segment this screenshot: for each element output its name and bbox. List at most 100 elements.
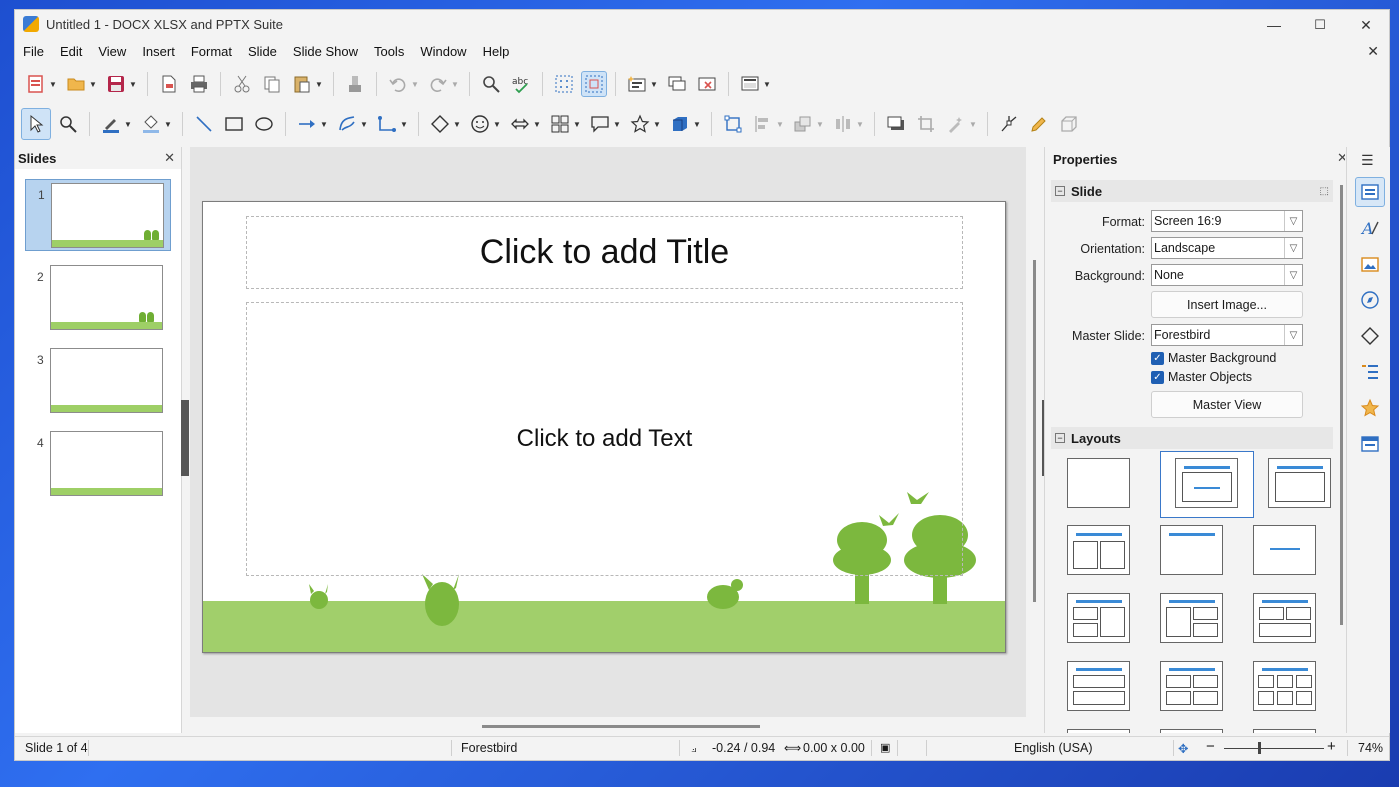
layout-vertical-two[interactable] xyxy=(1253,729,1316,733)
layout-blank[interactable] xyxy=(1067,458,1130,508)
zoom-slider-knob[interactable] xyxy=(1258,742,1261,754)
ellipse-icon[interactable] xyxy=(251,111,277,137)
arrow-line-icon[interactable] xyxy=(294,111,320,137)
open-dropdown-icon[interactable]: ▼ xyxy=(89,80,97,89)
insert-image-button[interactable]: Insert Image... xyxy=(1151,291,1303,318)
chevron-down-icon[interactable]: ▽ xyxy=(1284,265,1302,285)
distribute-icon[interactable] xyxy=(830,111,856,137)
clone-formatting-icon[interactable] xyxy=(342,71,368,97)
symbol-shapes-icon[interactable] xyxy=(467,111,493,137)
curve-icon[interactable] xyxy=(334,111,360,137)
slide-section-header[interactable]: − Slide ⬚ xyxy=(1051,180,1333,202)
glue-points-icon[interactable] xyxy=(1026,111,1052,137)
more-options-icon[interactable]: ⬚ xyxy=(1320,186,1329,197)
slide-count-status[interactable]: Slide 1 of 4 xyxy=(25,741,88,755)
redo-icon[interactable] xyxy=(425,71,451,97)
menu-view[interactable]: View xyxy=(90,42,134,64)
fit-slide-icon[interactable]: ✥ xyxy=(1178,741,1188,756)
align-dropdown-icon[interactable]: ▼ xyxy=(776,120,784,129)
zoom-level-status[interactable]: 74% xyxy=(1358,741,1383,755)
slides-pane-splitter[interactable] xyxy=(181,400,189,476)
menu-insert[interactable]: Insert xyxy=(134,42,183,64)
horizontal-scrollbar[interactable] xyxy=(482,725,760,728)
3d-objects-icon[interactable] xyxy=(667,111,693,137)
basic-shapes-icon[interactable] xyxy=(427,111,453,137)
slide-thumbnail[interactable]: 4 xyxy=(25,428,171,500)
paste-icon[interactable] xyxy=(289,71,315,97)
copy-icon[interactable] xyxy=(259,71,285,97)
properties-deck-icon[interactable] xyxy=(1355,177,1385,207)
navigator-deck-icon[interactable] xyxy=(1355,285,1385,315)
master-background-checkbox[interactable]: ✓ Master Background xyxy=(1151,351,1276,365)
points-icon[interactable] xyxy=(996,111,1022,137)
maximize-button[interactable]: ☐ xyxy=(1297,10,1343,40)
chevron-down-icon[interactable]: ▽ xyxy=(1284,211,1302,231)
crop-image-icon[interactable] xyxy=(913,111,939,137)
spelling-icon[interactable]: abc xyxy=(508,71,534,97)
slide-thumbnail[interactable]: 1 xyxy=(25,179,171,251)
menu-tools[interactable]: Tools xyxy=(366,42,412,64)
stars-dropdown-icon[interactable]: ▼ xyxy=(653,120,661,129)
3d-objects-dropdown-icon[interactable]: ▼ xyxy=(693,120,701,129)
toggle-extrusion-icon[interactable] xyxy=(1056,111,1082,137)
master-objects-checkbox[interactable]: ✓ Master Objects xyxy=(1151,370,1252,384)
arrange-icon[interactable] xyxy=(790,111,816,137)
collapse-icon[interactable]: − xyxy=(1055,186,1065,196)
layout-vertical-title[interactable] xyxy=(1067,729,1130,733)
vertical-scrollbar[interactable] xyxy=(1033,260,1036,602)
curves-dropdown-icon[interactable]: ▼ xyxy=(360,120,368,129)
line-color-dropdown-icon[interactable]: ▼ xyxy=(124,120,132,129)
master-slide-status[interactable]: Forestbird xyxy=(461,741,517,755)
chevron-down-icon[interactable]: ▽ xyxy=(1284,238,1302,258)
master-slide-select[interactable]: Forestbird ▽ xyxy=(1151,324,1303,346)
block-arrows-icon[interactable] xyxy=(507,111,533,137)
background-select[interactable]: None ▽ xyxy=(1151,264,1303,286)
line-color-icon[interactable] xyxy=(98,111,124,137)
arrange-dropdown-icon[interactable]: ▼ xyxy=(816,120,824,129)
textbox-dropdown-icon[interactable]: ▼ xyxy=(650,80,658,89)
format-select[interactable]: Screen 16:9 ▽ xyxy=(1151,210,1303,232)
layout-centered-text[interactable] xyxy=(1253,525,1316,575)
callouts-dropdown-icon[interactable]: ▼ xyxy=(613,120,621,129)
menu-edit[interactable]: Edit xyxy=(52,42,90,64)
layout-title-only[interactable] xyxy=(1160,525,1223,575)
properties-close-icon[interactable]: ✕ xyxy=(1337,150,1345,166)
cut-icon[interactable] xyxy=(229,71,255,97)
distribute-dropdown-icon[interactable]: ▼ xyxy=(856,120,864,129)
slide-canvas[interactable]: Click to add Title Click to add Text xyxy=(202,201,1006,653)
display-grid-icon[interactable] xyxy=(551,71,577,97)
orientation-select[interactable]: Landscape ▽ xyxy=(1151,237,1303,259)
basic-shapes-dropdown-icon[interactable]: ▼ xyxy=(453,120,461,129)
transformations-icon[interactable] xyxy=(720,111,746,137)
undo-dropdown-icon[interactable]: ▼ xyxy=(411,80,419,89)
zoom-in-button[interactable]: + xyxy=(1327,738,1336,755)
save-icon[interactable] xyxy=(103,71,129,97)
rectangle-icon[interactable] xyxy=(221,111,247,137)
duplicate-slide-icon[interactable] xyxy=(664,71,690,97)
deck-menu-icon[interactable]: ☰ xyxy=(1361,152,1374,169)
layout-content-over-content[interactable] xyxy=(1067,661,1130,711)
layout-six-content[interactable] xyxy=(1253,661,1316,711)
find-replace-icon[interactable] xyxy=(478,71,504,97)
filter-icon[interactable] xyxy=(943,111,969,137)
styles-deck-icon[interactable]: A xyxy=(1355,213,1385,243)
language-status[interactable]: English (USA) xyxy=(1014,741,1093,755)
menu-file[interactable]: File xyxy=(15,42,52,64)
content-placeholder[interactable]: Click to add Text xyxy=(246,302,963,576)
block-arrows-dropdown-icon[interactable]: ▼ xyxy=(533,120,541,129)
menu-slide[interactable]: Slide xyxy=(240,42,285,64)
menu-slide-show[interactable]: Slide Show xyxy=(285,42,366,64)
delete-slide-icon[interactable] xyxy=(694,71,720,97)
fill-color-dropdown-icon[interactable]: ▼ xyxy=(164,120,172,129)
checkbox-checked-icon[interactable]: ✓ xyxy=(1151,370,1164,384)
title-placeholder[interactable]: Click to add Title xyxy=(246,216,963,289)
gallery-deck-icon[interactable] xyxy=(1355,249,1385,279)
insert-line-icon[interactable] xyxy=(191,111,217,137)
minimize-button[interactable]: — xyxy=(1251,10,1297,40)
slide-thumbnail[interactable]: 2 xyxy=(25,262,171,334)
open-folder-icon[interactable] xyxy=(63,71,89,97)
layouts-section-header[interactable]: − Layouts xyxy=(1051,427,1333,449)
zoom-out-button[interactable]: − xyxy=(1206,738,1215,755)
layout-title-content[interactable] xyxy=(1268,458,1331,508)
undo-icon[interactable] xyxy=(385,71,411,97)
